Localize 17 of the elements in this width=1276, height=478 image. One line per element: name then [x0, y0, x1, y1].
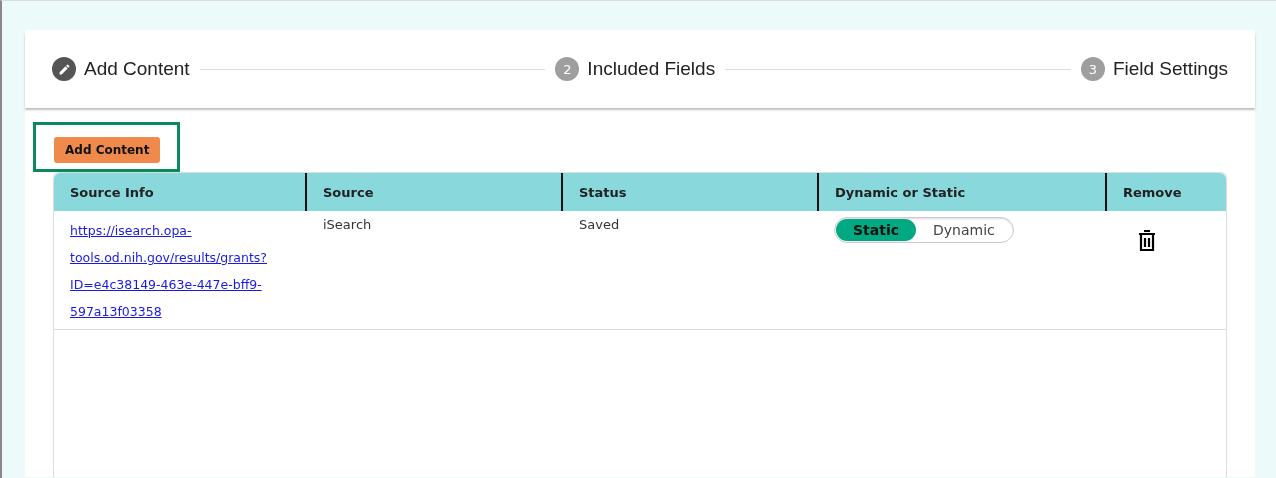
- column-header: Remove: [1122, 183, 1183, 202]
- column-header: Status: [563, 173, 819, 211]
- step-label: Field Settings: [1112, 58, 1228, 80]
- step-number: 2: [555, 57, 580, 81]
- step-label: Included Fields: [587, 58, 716, 80]
- add-content-button[interactable]: Add Content: [54, 137, 161, 163]
- step-number: 3: [1080, 57, 1105, 81]
- toggle-option[interactable]: Static: [836, 219, 916, 241]
- step-label: Add Content: [84, 58, 190, 80]
- column-header: Dynamic or Static: [819, 173, 1107, 211]
- column-header: Source: [307, 173, 563, 211]
- column-header: Source Info: [54, 173, 307, 211]
- source-link[interactable]: https://isearch.opa-tools.od.nih.gov/results/grants?ID=e4c38149-463e-447e-bff9-597a13f03358: [54, 217, 307, 325]
- toggle-option[interactable]: Dynamic: [916, 219, 1012, 241]
- table-cell-text: Saved: [578, 217, 621, 234]
- trash-icon[interactable]: [1137, 230, 1157, 252]
- table-cell-text: iSearch: [322, 217, 373, 234]
